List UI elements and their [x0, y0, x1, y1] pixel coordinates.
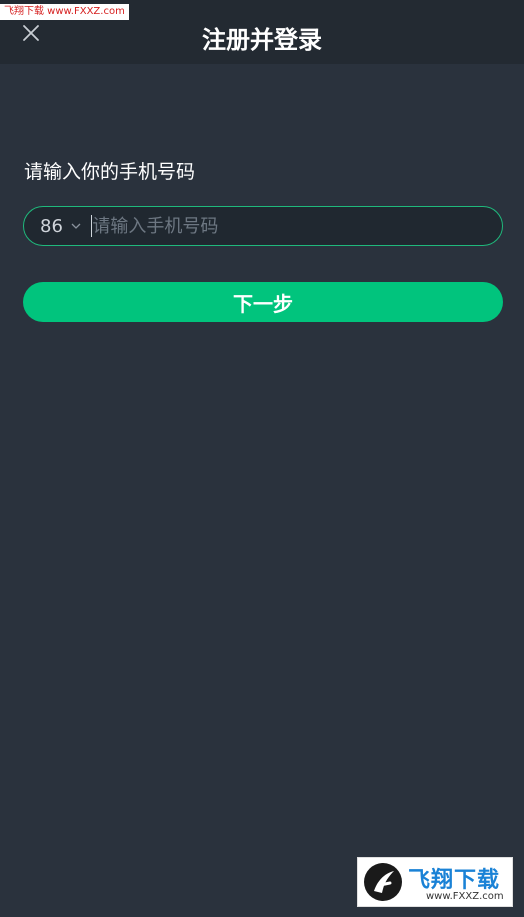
page-title: 注册并登录: [202, 26, 322, 54]
watermark-logo: 飞翔下载 www.FXXZ.com: [357, 857, 513, 907]
country-code-value: 86: [40, 215, 63, 237]
brand-emblem-icon: [364, 863, 402, 901]
phone-field: 86: [23, 206, 503, 246]
watermark-text: 飞翔下载 www.FXXZ.com: [0, 4, 129, 20]
phone-number-input[interactable]: [92, 207, 502, 245]
next-step-button[interactable]: 下一步: [23, 282, 503, 322]
chevron-down-icon: [71, 223, 81, 229]
phone-prompt-label: 请输入你的手机号码: [24, 161, 196, 183]
watermark-url: www.FXXZ.com: [426, 891, 504, 902]
country-code-selector[interactable]: 86: [24, 216, 81, 237]
watermark-brand: 飞翔下载: [408, 868, 501, 893]
